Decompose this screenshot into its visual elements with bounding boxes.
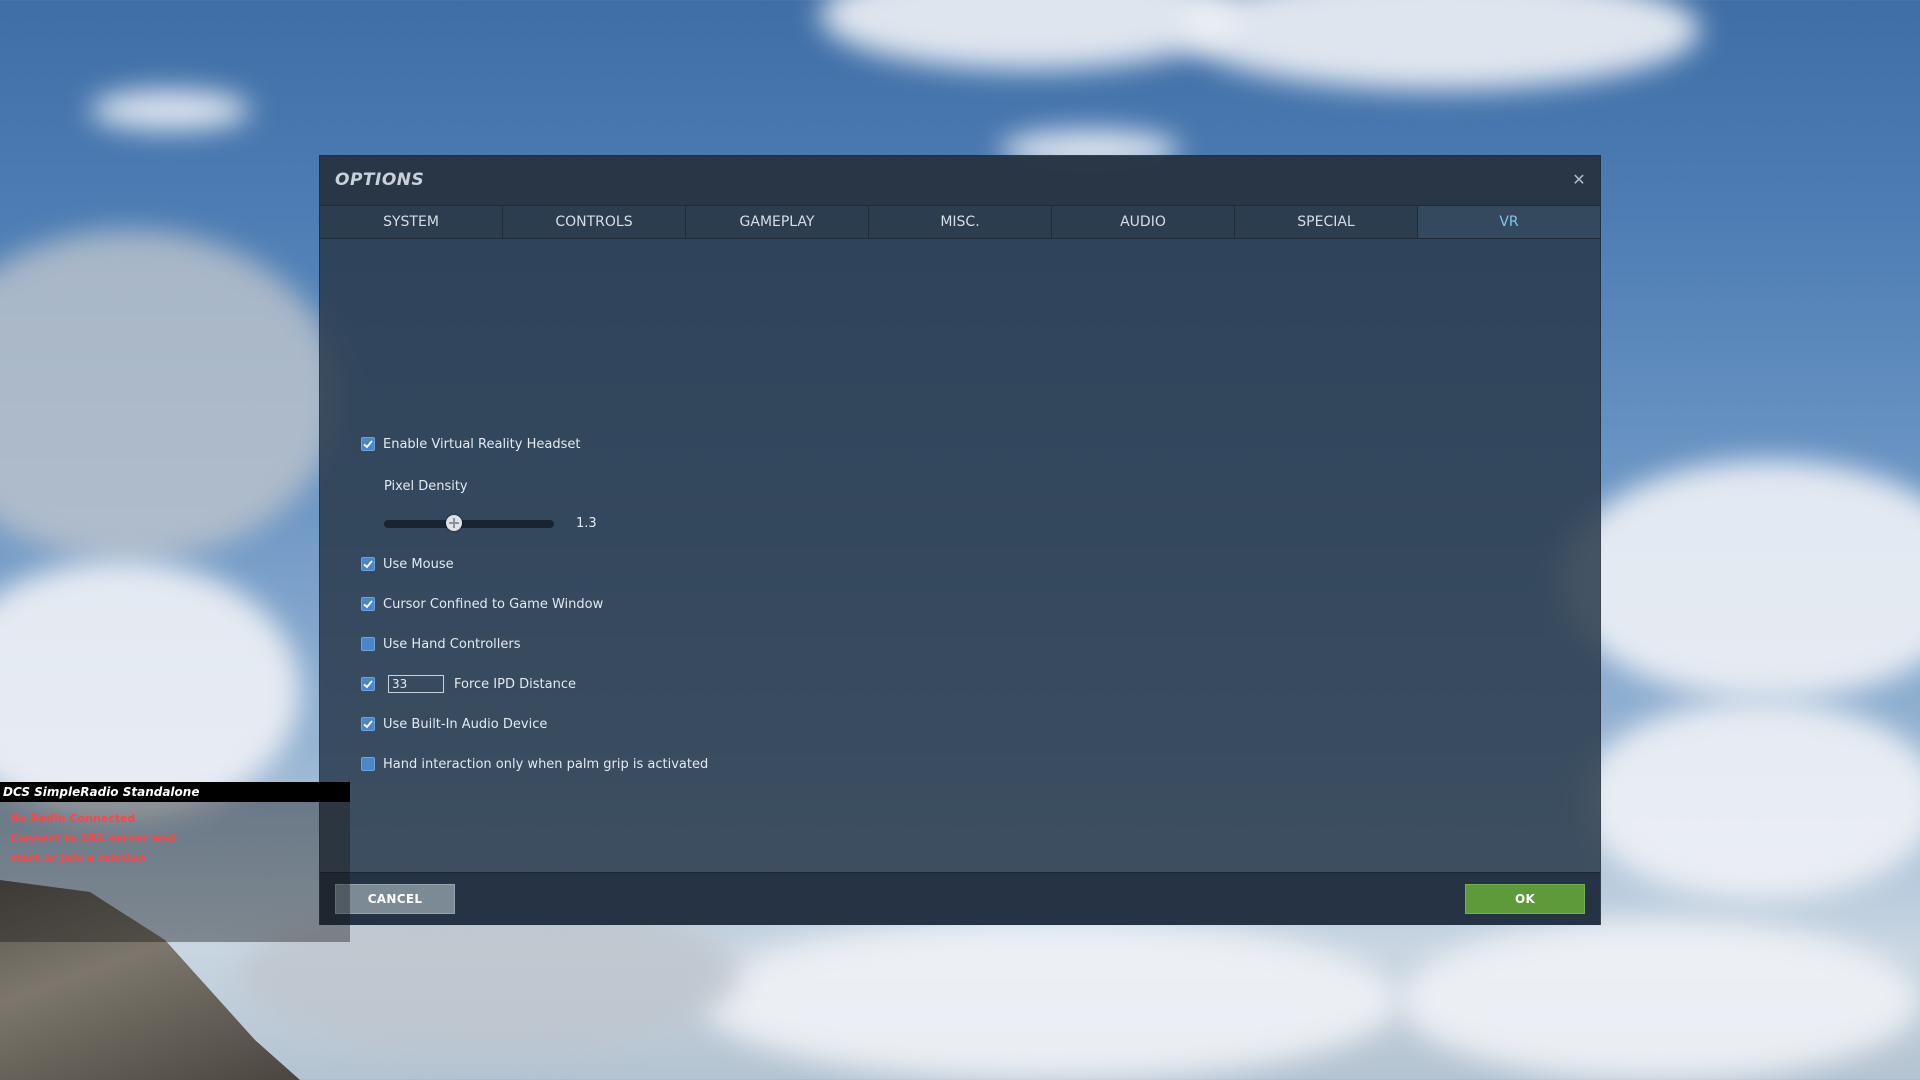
- force-ipd-label: Force IPD Distance: [454, 676, 576, 692]
- tab-audio[interactable]: AUDIO: [1052, 206, 1235, 238]
- slider-track: [384, 520, 554, 528]
- builtin-audio-label: Use Built-In Audio Device: [383, 716, 548, 732]
- option-hand-controllers: Use Hand Controllers: [361, 634, 521, 654]
- tab-bar: SYSTEM CONTROLS GAMEPLAY MISC. AUDIO SPE…: [320, 205, 1600, 239]
- use-mouse-checkbox[interactable]: [361, 557, 375, 571]
- dialog-header: OPTIONS ✕: [320, 156, 1600, 205]
- srs-overlay: DCS SimpleRadio Standalone No Radio Conn…: [0, 782, 350, 942]
- pixel-density-label: Pixel Density: [384, 479, 468, 494]
- checkmark-icon: [363, 560, 373, 569]
- palm-grip-label: Hand interaction only when palm grip is …: [383, 756, 709, 772]
- srs-hint-line: Connect to SRS server and: [10, 832, 176, 845]
- srs-status-line: No Radio Connected: [10, 812, 136, 825]
- use-mouse-label: Use Mouse: [383, 556, 454, 572]
- vr-options-panel: Enable Virtual Reality Headset Pixel Den…: [320, 239, 1600, 872]
- enable-headset-checkbox[interactable]: [361, 437, 375, 451]
- tab-special[interactable]: SPECIAL: [1235, 206, 1418, 238]
- cancel-button[interactable]: CANCEL: [335, 884, 455, 914]
- tab-controls[interactable]: CONTROLS: [503, 206, 686, 238]
- palm-grip-checkbox[interactable]: [361, 757, 375, 771]
- hand-controllers-label: Use Hand Controllers: [383, 636, 521, 652]
- checkmark-icon: [363, 600, 373, 609]
- dialog-title: OPTIONS: [335, 170, 425, 190]
- cursor-confined-label: Cursor Confined to Game Window: [383, 596, 604, 612]
- enable-headset-label: Enable Virtual Reality Headset: [383, 436, 581, 452]
- option-cursor-confined: Cursor Confined to Game Window: [361, 594, 603, 614]
- tab-vr[interactable]: VR: [1418, 206, 1600, 238]
- srs-hint-line: start or join a mission: [10, 852, 147, 865]
- checkmark-icon: [363, 440, 373, 449]
- tab-gameplay[interactable]: GAMEPLAY: [686, 206, 869, 238]
- checkmark-icon: [363, 720, 373, 729]
- tab-system[interactable]: SYSTEM: [320, 206, 503, 238]
- cursor-confined-checkbox[interactable]: [361, 597, 375, 611]
- options-dialog: OPTIONS ✕ SYSTEM CONTROLS GAMEPLAY MISC.…: [320, 156, 1600, 925]
- tab-misc[interactable]: MISC.: [869, 206, 1052, 238]
- hand-controllers-checkbox[interactable]: [361, 637, 375, 651]
- srs-title: DCS SimpleRadio Standalone: [0, 782, 350, 802]
- close-icon[interactable]: ✕: [1568, 169, 1590, 191]
- builtin-audio-checkbox[interactable]: [361, 717, 375, 731]
- force-ipd-checkbox[interactable]: [361, 677, 375, 691]
- ipd-distance-input[interactable]: [388, 675, 444, 693]
- option-enable-headset: Enable Virtual Reality Headset: [361, 434, 580, 454]
- option-palm-grip: Hand interaction only when palm grip is …: [361, 754, 708, 774]
- option-use-mouse: Use Mouse: [361, 554, 454, 574]
- checkmark-icon: [363, 680, 373, 689]
- ok-button[interactable]: OK: [1465, 884, 1585, 914]
- option-force-ipd: Force IPD Distance: [361, 674, 576, 694]
- dialog-footer: CANCEL OK: [320, 872, 1600, 925]
- pixel-density-slider[interactable]: [384, 514, 554, 534]
- slider-thumb[interactable]: [445, 515, 462, 531]
- pixel-density-value: 1.3: [576, 516, 597, 531]
- option-builtin-audio: Use Built-In Audio Device: [361, 714, 547, 734]
